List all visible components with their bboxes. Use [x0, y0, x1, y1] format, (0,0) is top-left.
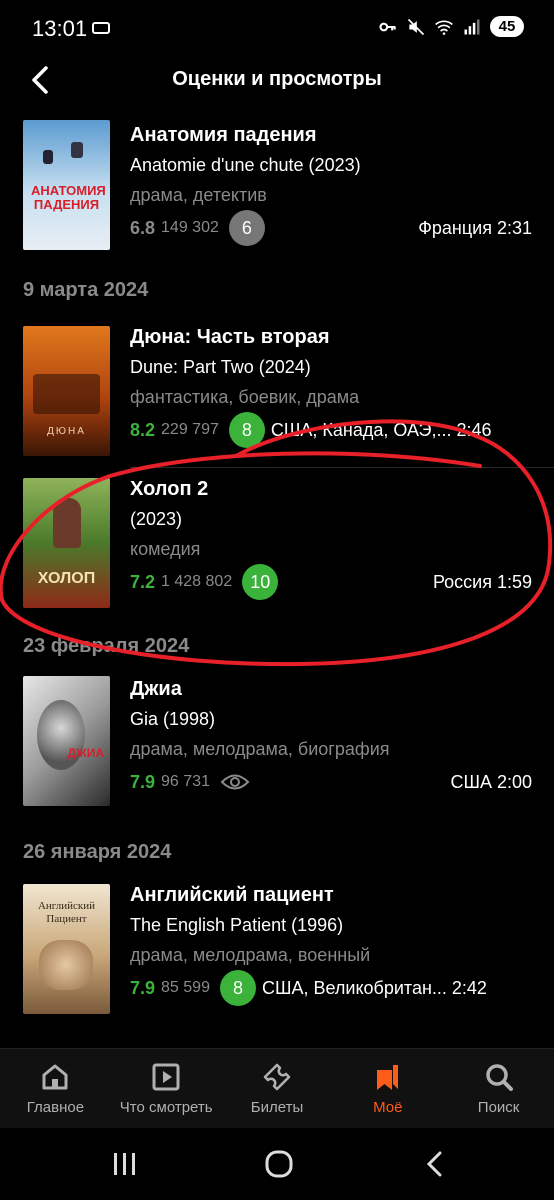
user-score-badge: 8 [228, 412, 265, 448]
film-title: Английский пациент [130, 884, 334, 906]
film-rating: 6.8 [130, 217, 156, 238]
recent-apps-icon[interactable] [110, 1150, 140, 1178]
poster-title: ДЮНА [47, 426, 86, 437]
tab-label: Билеты [250, 1099, 304, 1116]
eye-icon [220, 774, 250, 790]
notification-icon [92, 22, 110, 34]
back-button-icon[interactable] [420, 1150, 450, 1178]
film-votes: 149 302 [161, 219, 219, 236]
wifi-icon [435, 20, 453, 35]
film-country-duration: США, Великобритан... 2:42 [261, 977, 487, 998]
film-genres: драма, детектив [130, 185, 267, 205]
film-country-duration: США, Канада, ОАЭ,... 2:46 [270, 419, 492, 440]
home-button-icon[interactable] [264, 1150, 294, 1178]
tab-what-to-watch[interactable]: Что смотреть [111, 1049, 222, 1128]
film-item[interactable]: Английский Пациент Английский пациент Th… [0, 880, 554, 1030]
system-nav-bar [0, 1128, 554, 1200]
bookmarks-icon [376, 1065, 398, 1090]
tab-label: Главное [26, 1099, 85, 1116]
film-poster[interactable]: ДЖИА [23, 676, 110, 806]
film-rating: 7.2 [130, 571, 156, 592]
film-genres: драма, мелодрама, биография [130, 739, 390, 759]
home-icon [42, 1064, 68, 1090]
film-poster[interactable]: АНАТОМИЯ ПАДЕНИЯ [23, 120, 110, 250]
film-title: Джиа [130, 678, 182, 700]
poster-title: Английский Пациент [37, 900, 96, 925]
poster-title: ХОЛОП [37, 570, 96, 587]
tab-search[interactable]: Поиск [443, 1049, 554, 1128]
search-icon [485, 1064, 513, 1091]
film-votes: 96 731 [161, 773, 210, 790]
film-poster[interactable]: ХОЛОП [23, 478, 110, 608]
ratings-list[interactable]: АНАТОМИЯ ПАДЕНИЯ Анатомия падения Anatom… [0, 112, 554, 1042]
ticket-icon [263, 1063, 291, 1091]
poster-title: АНАТОМИЯ ПАДЕНИЯ [31, 183, 106, 212]
status-bar: 13:01 45 [0, 0, 554, 56]
film-genres: драма, мелодрама, военный [130, 945, 371, 965]
film-item[interactable]: ХОЛОП Холоп 2 (2023) комедия 7.2 1 428 8… [0, 468, 554, 618]
page-title: Оценки и просмотры [172, 68, 382, 90]
film-country-duration: Россия 1:59 [432, 571, 532, 592]
user-score-badge: 8 [219, 970, 256, 1006]
film-votes: 229 797 [161, 421, 219, 438]
key-icon [379, 22, 396, 31]
film-poster[interactable]: Английский Пациент [23, 884, 110, 1014]
film-item[interactable]: ДЮНА Дюна: Часть вторая Dune: Part Two (… [0, 318, 554, 468]
user-score-badge: 10 [242, 564, 279, 600]
film-title: Дюна: Часть вторая [130, 326, 330, 348]
film-votes: 85 599 [161, 979, 210, 996]
date-header: 23 февраля 2024 [23, 635, 190, 657]
film-title: Холоп 2 [130, 478, 209, 500]
signal-icon [464, 19, 480, 34]
film-title: Анатомия падения [130, 124, 317, 146]
film-rating: 8.2 [130, 419, 156, 440]
film-original-title: Dune: Part Two (2024) [130, 357, 311, 377]
poster-title: ДЖИА [67, 746, 104, 760]
app-bar: Оценки и просмотры [0, 56, 554, 106]
battery-indicator: 45 [490, 16, 524, 37]
film-country-duration: США 2:00 [450, 771, 532, 792]
tab-my[interactable]: Моё [332, 1049, 443, 1128]
status-time: 13:01 [32, 16, 88, 41]
tab-label: Моё [373, 1099, 403, 1116]
tab-label: Поиск [477, 1099, 520, 1116]
date-header: 26 января 2024 [23, 841, 172, 863]
film-votes: 1 428 802 [161, 573, 233, 590]
film-original-title: Anatomie d'une chute (2023) [130, 155, 361, 175]
play-icon [152, 1063, 180, 1091]
date-header: 9 марта 2024 [23, 279, 149, 301]
film-country-duration: Франция 2:31 [418, 217, 532, 238]
user-score-badge: 6 [228, 210, 265, 246]
bottom-tab-bar: Главное Что смотреть Билеты Моё Поиск [0, 1048, 554, 1128]
tab-label: Что смотреть [119, 1099, 213, 1116]
film-genres: фантастика, боевик, драма [130, 387, 360, 407]
tab-home[interactable]: Главное [0, 1049, 111, 1128]
film-item[interactable]: АНАТОМИЯ ПАДЕНИЯ Анатомия падения Anatom… [0, 112, 554, 262]
film-rating: 7.9 [130, 771, 156, 792]
film-original-title: Gia (1998) [130, 709, 216, 729]
mute-icon [407, 18, 425, 35]
film-original-title: (2023) [130, 509, 183, 529]
film-rating: 7.9 [130, 977, 156, 998]
film-poster[interactable]: ДЮНА [23, 326, 110, 456]
film-item[interactable]: ДЖИА Джиа Gia (1998) драма, мелодрама, б… [0, 674, 554, 824]
tab-tickets[interactable]: Билеты [222, 1049, 333, 1128]
film-original-title: The English Patient (1996) [130, 915, 344, 935]
film-genres: комедия [130, 539, 201, 559]
